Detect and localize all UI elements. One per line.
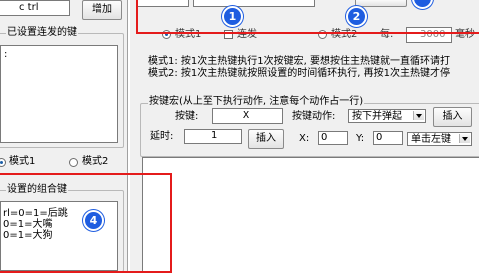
delay-label: 延时: xyxy=(150,131,174,142)
insert-delay-button[interactable]: 插入 xyxy=(248,129,284,149)
y-input[interactable]: 0 xyxy=(373,131,403,145)
chevron-down-icon xyxy=(459,134,470,143)
key-input[interactable]: X xyxy=(212,108,283,124)
desc-line-2: 模式2: 按1次主热键就按照设置的时间循环执行, 再按1次主热键才停 xyxy=(148,68,450,79)
key-value: X xyxy=(243,110,250,121)
repeat-keys-list-text: : xyxy=(4,49,8,60)
click-type-value: 单击左键 xyxy=(411,134,451,145)
badge-1: 1 xyxy=(222,6,243,27)
left-mode1-label: 模式1 xyxy=(9,156,36,167)
x-input[interactable]: 0 xyxy=(318,131,348,145)
macro-group-title: 按键宏(从上至下执行动作, 注意每个动作占一行) xyxy=(148,96,365,108)
y-label: Y: xyxy=(356,133,365,144)
x-value: 0 xyxy=(321,132,328,143)
y-value: 0 xyxy=(376,132,383,143)
action-select[interactable]: 按下并弹起 xyxy=(348,109,426,123)
macro-editor[interactable] xyxy=(142,157,479,272)
click-type-select[interactable]: 单击左键 xyxy=(407,132,472,146)
x-label: X: xyxy=(299,133,310,144)
insert-key-button[interactable]: 插入 xyxy=(433,107,472,127)
action-select-value: 按下并弹起 xyxy=(352,111,402,122)
badge-2: 2 xyxy=(346,6,367,27)
hotkey-field-value: c trl xyxy=(19,2,39,13)
left-mode1-radio[interactable] xyxy=(0,158,6,167)
left-mode2-radio[interactable] xyxy=(69,158,78,167)
action-label: 按键动作: xyxy=(292,111,336,122)
delay-input[interactable]: 1 xyxy=(184,129,242,144)
repeat-keys-group-title: 已设置连发的键 xyxy=(6,27,78,39)
badge-4: 4 xyxy=(83,210,104,231)
key-label: 按键: xyxy=(175,111,199,122)
add-button[interactable]: 增加 xyxy=(82,0,122,20)
chevron-down-icon xyxy=(413,111,424,120)
desc-line-1: 模式1: 按1次主热键执行1次按键宏, 要想按住主热键就一直循环请打 xyxy=(148,56,450,67)
delay-value: 1 xyxy=(211,130,218,141)
left-mode2-label: 模式2 xyxy=(82,156,109,167)
hotkey-field[interactable]: c trl xyxy=(0,0,70,16)
repeat-keys-list[interactable]: : xyxy=(0,45,118,143)
